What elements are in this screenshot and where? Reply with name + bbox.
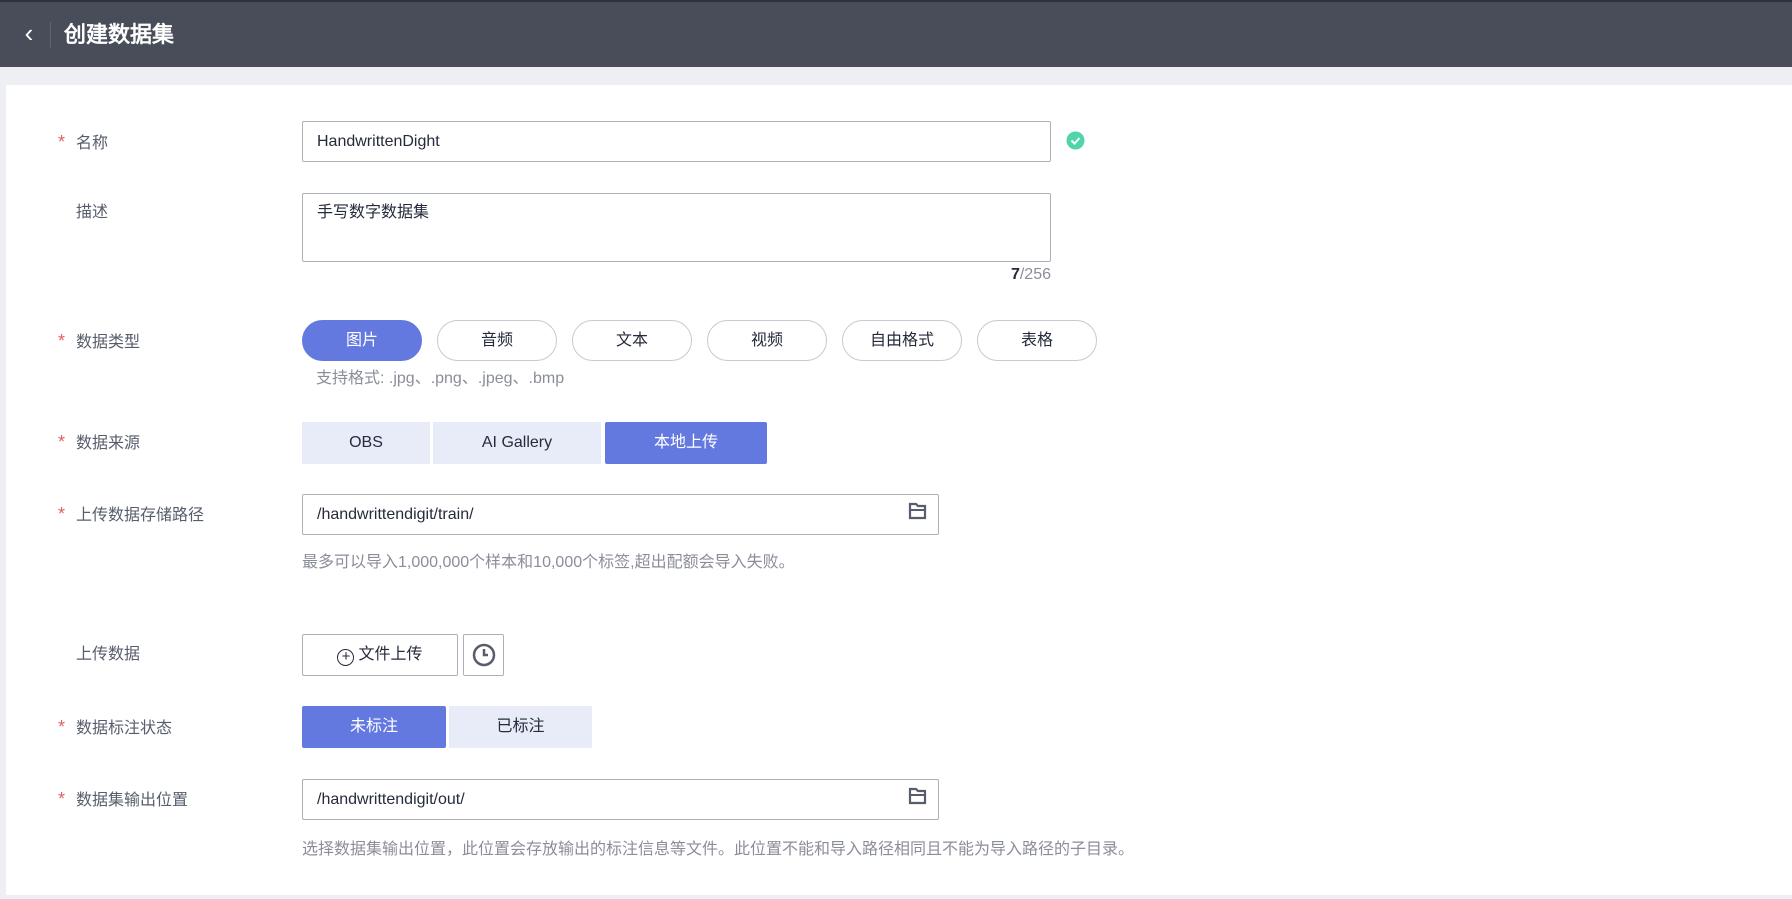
status-labeled[interactable]: 已标注 xyxy=(449,706,592,748)
upload-data-label: 上传数据 xyxy=(58,644,140,666)
divider xyxy=(50,22,51,48)
status-unlabeled[interactable]: 未标注 xyxy=(302,706,446,748)
page-title: 创建数据集 xyxy=(64,22,175,47)
char-counter: 7/256 xyxy=(951,266,1051,284)
upload-quota-hint: 最多可以导入1,000,000个样本和10,000个标签,超出配额会导入失败。 xyxy=(302,554,795,571)
data-type-label: * 数据类型 xyxy=(58,330,140,354)
label-text: 上传数据存储路径 xyxy=(76,507,205,524)
description-label: 描述 xyxy=(58,202,108,224)
label-text: 上传数据 xyxy=(76,646,141,663)
char-max: /256 xyxy=(1019,266,1051,283)
data-type-image[interactable]: 图片 xyxy=(302,320,422,361)
output-path-label: * 数据集输出位置 xyxy=(58,788,188,812)
data-type-text[interactable]: 文本 xyxy=(572,320,692,361)
page-header: ‹ 创建数据集 xyxy=(0,0,1792,67)
label-text: 数据类型 xyxy=(76,334,141,351)
required-icon: * xyxy=(58,432,66,452)
data-type-video[interactable]: 视频 xyxy=(707,320,827,361)
label-text: 描述 xyxy=(76,204,109,221)
source-local-upload[interactable]: 本地上传 xyxy=(605,422,767,464)
output-path-hint: 选择数据集输出位置，此位置会存放输出的标注信息等文件。此位置不能和导入路径相同且… xyxy=(302,841,1135,858)
back-button[interactable]: ‹ xyxy=(14,18,44,48)
button-label: 文件上传 xyxy=(358,646,423,663)
label-text: 数据标注状态 xyxy=(76,720,173,737)
upload-path-input[interactable]: /handwrittendigit/train/ xyxy=(302,494,939,535)
required-icon: * xyxy=(58,331,66,351)
source-ai-gallery[interactable]: AI Gallery xyxy=(433,422,601,464)
upload-path-label: * 上传数据存储路径 xyxy=(58,503,204,527)
data-type-free-format[interactable]: 自由格式 xyxy=(842,320,962,361)
name-label: * 名称 xyxy=(58,131,108,155)
check-circle-icon xyxy=(1066,131,1085,150)
required-icon: * xyxy=(58,132,66,152)
folder-icon[interactable] xyxy=(908,502,928,520)
required-icon: * xyxy=(58,789,66,809)
label-text: 数据来源 xyxy=(76,435,141,452)
data-source-label: * 数据来源 xyxy=(58,431,140,455)
chevron-left-icon: ‹ xyxy=(24,18,34,48)
plus-circle-icon: + xyxy=(337,649,355,666)
required-icon: * xyxy=(58,504,66,524)
clock-icon xyxy=(472,643,495,667)
file-upload-button[interactable]: + 文件上传 xyxy=(302,634,458,676)
upload-history-button[interactable] xyxy=(463,634,504,676)
char-count: 7 xyxy=(1010,266,1020,283)
label-status-label: * 数据标注状态 xyxy=(58,716,172,740)
required-icon: * xyxy=(58,717,66,737)
source-obs[interactable]: OBS xyxy=(302,422,430,464)
folder-icon[interactable] xyxy=(908,787,928,805)
format-hint: 支持格式: .jpg、.png、.jpeg、.bmp xyxy=(316,370,565,387)
description-textarea[interactable]: 手写数字数据集 xyxy=(302,193,1051,262)
data-type-table[interactable]: 表格 xyxy=(977,320,1097,361)
label-text: 名称 xyxy=(76,135,109,152)
name-input[interactable]: HandwrittenDight xyxy=(302,121,1051,162)
label-text: 数据集输出位置 xyxy=(76,792,189,809)
output-path-input[interactable]: /handwrittendigit/out/ xyxy=(302,779,939,820)
data-type-audio[interactable]: 音频 xyxy=(437,320,557,361)
